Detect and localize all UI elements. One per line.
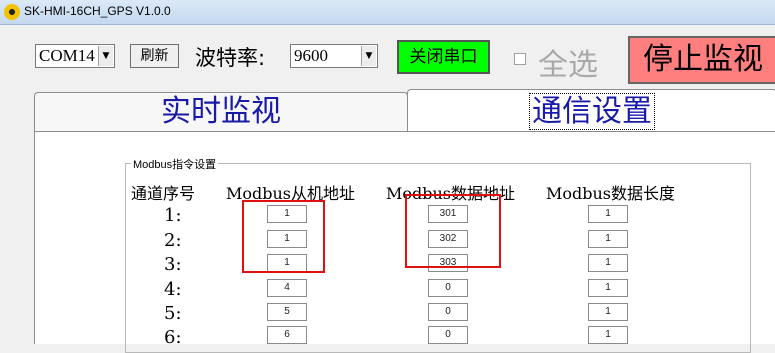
dropdown-arrow-icon[interactable]: ▼ [361,46,376,66]
data-address-field[interactable]: 0 [428,279,468,297]
data-length-field[interactable]: 1 [588,205,628,223]
baud-rate-value: 9600 [294,46,328,65]
tab-comm-settings-label: 通信设置 [529,93,655,130]
row-label: 2: [164,230,182,251]
com-port-value: COM14 [39,46,95,65]
radiation-icon [4,4,20,20]
row-label: 6: [164,327,182,348]
select-all-checkbox[interactable] [514,53,526,65]
refresh-button[interactable]: 刷新 [130,44,179,68]
row-label: 5: [164,303,182,324]
row-label: 4: [164,279,182,300]
close-port-button[interactable]: 关闭串口 [397,40,490,74]
slave-address-field[interactable]: 6 [267,326,307,344]
modbus-group-legend: Modbus指令设置 [131,156,219,172]
window-title: SK-HMI-16CH_GPS V1.0.0 [24,4,171,18]
title-bar: SK-HMI-16CH_GPS V1.0.0 [0,0,775,25]
data-length-field[interactable]: 1 [588,254,628,272]
dropdown-arrow-icon[interactable]: ▼ [98,46,113,66]
baud-rate-label: 波特率: [195,46,266,70]
slave-address-field[interactable]: 4 [267,279,307,297]
stop-monitor-button[interactable]: 停止监视 [628,36,775,84]
highlight-box-address [405,194,501,268]
data-length-field[interactable]: 1 [588,230,628,248]
data-address-field[interactable]: 0 [428,326,468,344]
data-length-field[interactable]: 1 [588,279,628,297]
slave-address-field[interactable]: 5 [267,303,307,321]
data-length-field[interactable]: 1 [588,326,628,344]
row-label: 1: [164,205,182,226]
com-port-select[interactable]: COM14 ▼ [35,44,115,68]
select-all-label: 全选 [538,48,598,83]
tab-realtime-monitor[interactable]: 实时监视 [34,92,408,132]
data-address-field[interactable]: 0 [428,303,468,321]
header-channel: 通道序号 [131,184,196,203]
highlight-box-slave [242,200,325,273]
baud-rate-select[interactable]: 9600 ▼ [290,44,378,68]
tab-comm-settings[interactable]: 通信设置 [407,89,775,132]
row-label: 3: [164,254,182,275]
data-length-field[interactable]: 1 [588,303,628,321]
header-data-length: Modbus数据长度 [546,184,676,203]
